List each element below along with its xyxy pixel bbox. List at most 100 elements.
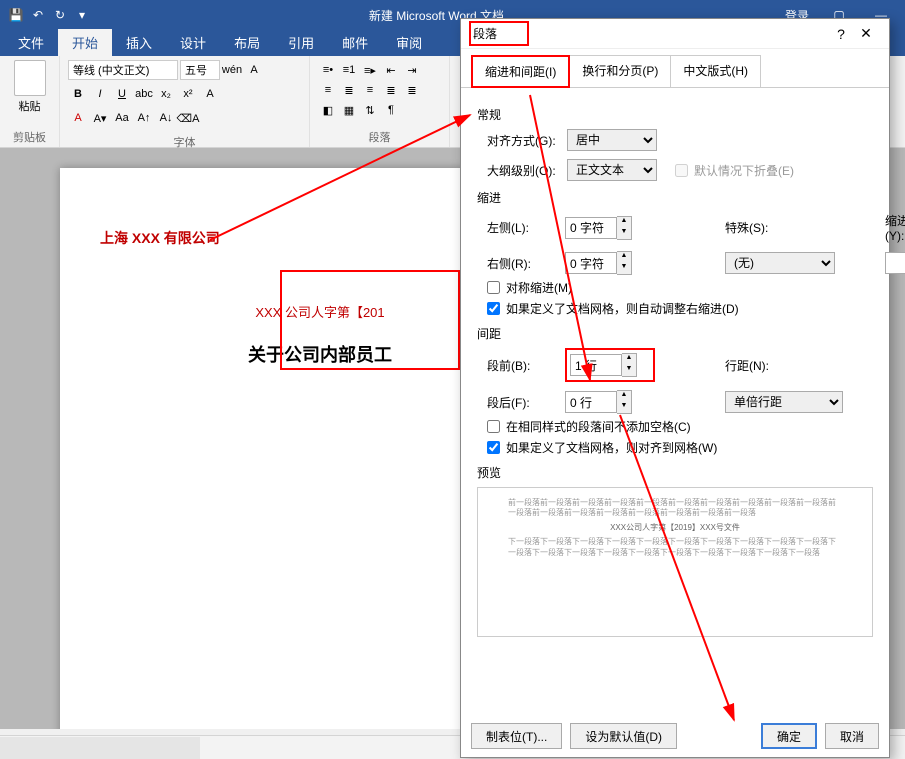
close-icon[interactable]: ✕ xyxy=(851,25,881,42)
indent-right-input[interactable] xyxy=(565,252,617,274)
outline-select[interactable]: 正文文本 xyxy=(567,159,657,181)
shading-icon[interactable]: ◧ xyxy=(318,100,338,120)
tab-references[interactable]: 引用 xyxy=(274,29,328,56)
numbering-icon[interactable]: ≡1 xyxy=(339,60,359,80)
mirror-indent-label: 对称缩进(M) xyxy=(506,279,572,296)
char-shading-icon[interactable]: Aa xyxy=(112,108,132,128)
spin-up-icon[interactable]: ▲ xyxy=(617,391,631,402)
ok-button[interactable]: 确定 xyxy=(761,723,817,749)
collapsed-checkbox xyxy=(675,164,688,177)
general-section-label: 常规 xyxy=(477,106,873,123)
multilevel-icon[interactable]: ≡▸ xyxy=(360,60,380,80)
indent-section-label: 缩进 xyxy=(477,189,873,206)
tab-home[interactable]: 开始 xyxy=(58,29,112,56)
qat-more-icon[interactable]: ▾ xyxy=(74,7,90,23)
font-name-select[interactable] xyxy=(68,60,178,80)
tab-pagination[interactable]: 换行和分页(P) xyxy=(569,55,671,87)
superscript-button[interactable]: x² xyxy=(178,84,198,104)
paragraph-dialog: 段落 ? ✕ 缩进和间距(I) 换行和分页(P) 中文版式(H) 常规 对齐方式… xyxy=(460,18,890,758)
justify-icon[interactable]: ≣ xyxy=(381,80,401,100)
strikethrough-button[interactable]: abc xyxy=(134,84,154,104)
collapsed-label: 默认情况下折叠(E) xyxy=(694,162,794,179)
bullets-icon[interactable]: ≡• xyxy=(318,60,338,80)
indent-left-label: 左侧(L): xyxy=(487,219,565,236)
align-right-icon[interactable]: ≡ xyxy=(360,80,380,100)
shrink-font-icon[interactable]: A↓ xyxy=(156,108,176,128)
show-marks-icon[interactable]: ¶ xyxy=(381,100,401,120)
phonetic-guide-icon[interactable]: wén xyxy=(222,60,242,80)
tab-mailings[interactable]: 邮件 xyxy=(328,29,382,56)
align-left-icon[interactable]: ≡ xyxy=(318,80,338,100)
align-center-icon[interactable]: ≣ xyxy=(339,80,359,100)
subscript-button[interactable]: x₂ xyxy=(156,84,176,104)
alignment-label: 对齐方式(G): xyxy=(487,132,559,149)
line-spacing-select[interactable]: 单倍行距 xyxy=(725,391,843,413)
paragraph-group-label: 段落 xyxy=(318,127,441,145)
sort-icon[interactable]: ⇅ xyxy=(360,100,380,120)
text-effects-icon[interactable]: A xyxy=(200,84,220,104)
paste-button[interactable]: 粘贴 xyxy=(8,60,51,127)
tab-indent-spacing[interactable]: 缩进和间距(I) xyxy=(471,55,570,88)
char-border-icon[interactable]: A xyxy=(244,60,264,80)
alignment-select[interactable]: 居中 xyxy=(567,129,657,151)
borders-icon[interactable]: ▦ xyxy=(339,100,359,120)
snap-grid-checkbox[interactable] xyxy=(487,441,500,454)
distribute-icon[interactable]: ≣ xyxy=(402,80,422,100)
font-size-select[interactable] xyxy=(180,60,220,80)
spin-down-icon[interactable]: ▼ xyxy=(617,263,631,274)
company-name: 上海 XXX 有限公司 xyxy=(100,228,220,262)
tab-file[interactable]: 文件 xyxy=(4,29,58,56)
grow-font-icon[interactable]: A↑ xyxy=(134,108,154,128)
indent-right-label: 右侧(R): xyxy=(487,255,565,272)
mirror-indent-checkbox[interactable] xyxy=(487,281,500,294)
preview-before-text: 前一段落前一段落前一段落前一段落前一段落前一段落前一段落前一段落前一段落前一段落… xyxy=(508,498,842,519)
bold-button[interactable]: B xyxy=(68,84,88,104)
redo-icon[interactable]: ↻ xyxy=(52,7,68,23)
clear-format-icon[interactable]: ⌫A xyxy=(178,108,198,128)
tab-review[interactable]: 审阅 xyxy=(382,29,436,56)
outline-label: 大纲级别(O): xyxy=(487,162,559,179)
space-after-input[interactable] xyxy=(565,391,617,413)
tabs-button[interactable]: 制表位(T)... xyxy=(471,723,562,749)
space-before-input[interactable] xyxy=(570,354,622,376)
clipboard-group-label: 剪贴板 xyxy=(8,127,51,145)
dialog-tabs: 缩进和间距(I) 换行和分页(P) 中文版式(H) xyxy=(461,49,889,88)
special-indent-select[interactable]: (无) xyxy=(725,252,835,274)
tab-chinese-typography[interactable]: 中文版式(H) xyxy=(670,55,761,87)
auto-adjust-checkbox[interactable] xyxy=(487,302,500,315)
auto-adjust-label: 如果定义了文档网格，则自动调整右缩进(D) xyxy=(506,300,739,317)
spin-down-icon[interactable]: ▼ xyxy=(617,402,631,413)
clipboard-icon xyxy=(14,60,46,96)
spin-up-icon[interactable]: ▲ xyxy=(617,252,631,263)
tab-layout[interactable]: 布局 xyxy=(220,29,274,56)
indent-left-input[interactable] xyxy=(565,217,617,239)
dialog-title: 段落 xyxy=(473,27,497,41)
preview-sample-text: XXX公司人字第【2019】XXX号文件 xyxy=(508,523,842,533)
cancel-button[interactable]: 取消 xyxy=(825,723,879,749)
set-default-button[interactable]: 设为默认值(D) xyxy=(570,723,677,749)
spin-down-icon[interactable]: ▼ xyxy=(622,365,636,376)
no-space-checkbox[interactable] xyxy=(487,420,500,433)
tab-design[interactable]: 设计 xyxy=(166,29,220,56)
undo-icon[interactable]: ↶ xyxy=(30,7,46,23)
save-icon[interactable]: 💾 xyxy=(8,7,24,23)
indent-by-input[interactable] xyxy=(885,252,905,274)
font-color-icon[interactable]: A▾ xyxy=(90,108,110,128)
increase-indent-icon[interactable]: ⇥ xyxy=(402,60,422,80)
highlight-color-icon[interactable]: A xyxy=(68,108,88,128)
underline-button[interactable]: U xyxy=(112,84,132,104)
no-space-label: 在相同样式的段落间不添加空格(C) xyxy=(506,418,691,435)
spin-up-icon[interactable]: ▲ xyxy=(622,354,636,365)
italic-button[interactable]: I xyxy=(90,84,110,104)
special-indent-label: 特殊(S): xyxy=(725,219,825,236)
help-icon[interactable]: ? xyxy=(831,26,851,42)
space-before-label: 段前(B): xyxy=(487,357,565,374)
tab-insert[interactable]: 插入 xyxy=(112,29,166,56)
snap-grid-label: 如果定义了文档网格，则对齐到网格(W) xyxy=(506,439,717,456)
preview-label: 预览 xyxy=(477,464,873,481)
decrease-indent-icon[interactable]: ⇤ xyxy=(381,60,401,80)
spin-down-icon[interactable]: ▼ xyxy=(617,228,631,239)
line-spacing-label: 行距(N): xyxy=(725,357,845,374)
preview-after-text: 下一段落下一段落下一段落下一段落下一段落下一段落下一段落下一段落下一段落下一段落… xyxy=(508,537,842,558)
spin-up-icon[interactable]: ▲ xyxy=(617,217,631,228)
